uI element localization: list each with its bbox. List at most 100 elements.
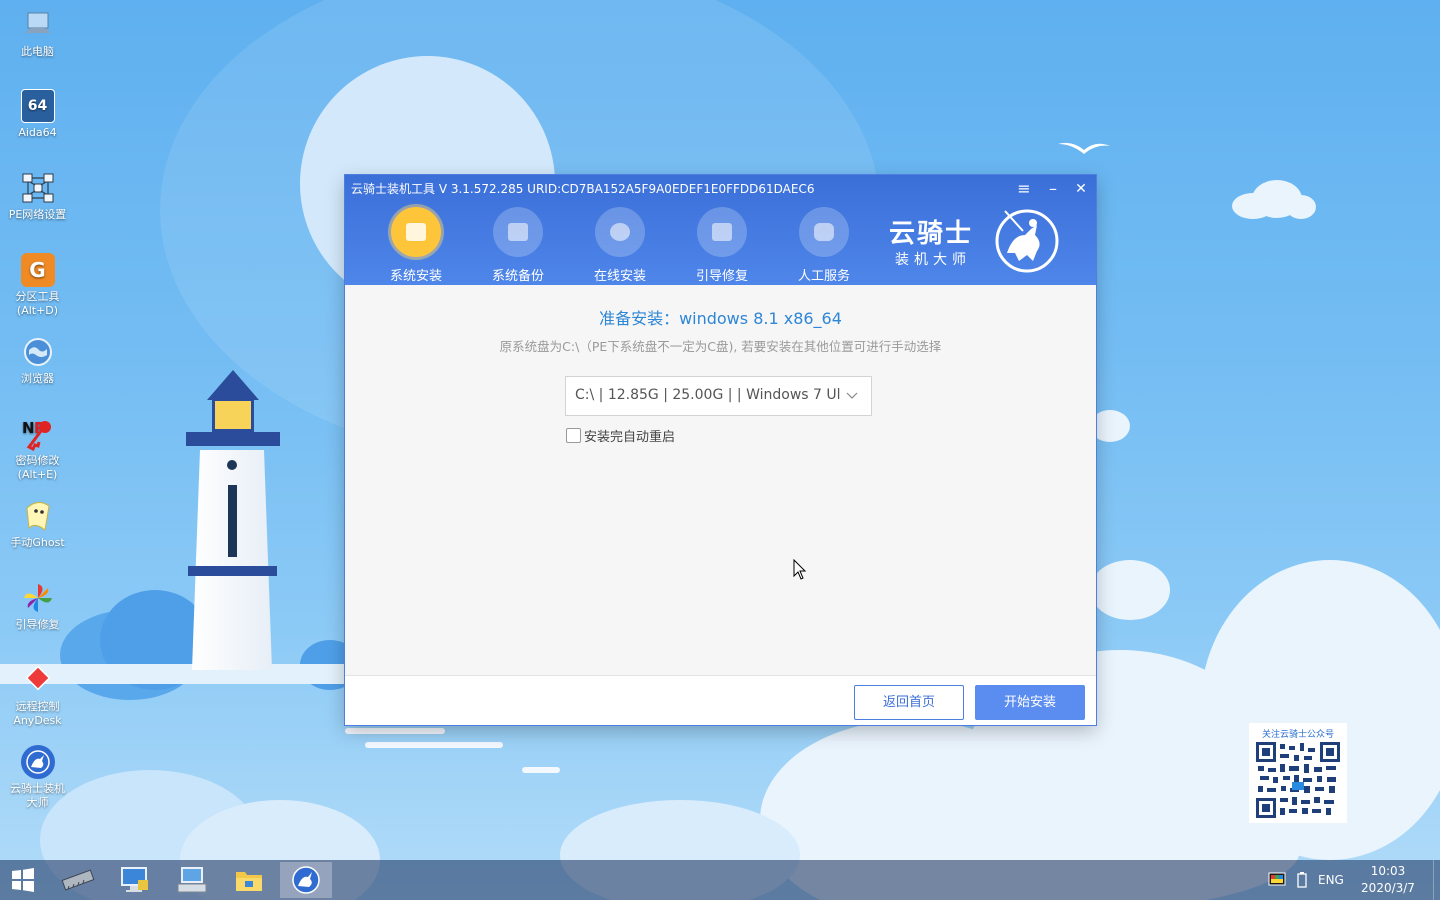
lighthouse-gallery	[186, 432, 280, 446]
desktop-icon-partition-tool[interactable]: G 分区工具 (Alt+D)	[0, 253, 75, 318]
qr-title: 关注云骑士公众号	[1261, 730, 1334, 740]
keyboard-computer-icon	[177, 867, 207, 893]
lighthouse-slit	[228, 485, 237, 557]
window-footer: 返回首页 开始安装	[345, 675, 1096, 725]
wave-dash	[522, 767, 560, 773]
lighthouse-band	[188, 566, 277, 576]
clock-time: 10:03	[1370, 864, 1406, 878]
monitor-icon	[121, 867, 148, 892]
desktop-icon-aida64[interactable]: 64 Aida64	[0, 89, 75, 140]
lighthouse-body	[192, 450, 272, 670]
display-settings-icon	[1268, 872, 1286, 886]
taskbar-app-keyboard[interactable]	[166, 862, 218, 898]
desktop-icon-password-change[interactable]: NP 密码修改 (Alt+E)	[0, 417, 75, 482]
computer-icon	[21, 8, 55, 42]
brand-logo: 云骑士 装机大师	[885, 205, 1070, 275]
desktop-icon-manual-ghost[interactable]: 手动Ghost	[0, 499, 75, 550]
auto-restart-label: 安装完自动重启	[584, 430, 676, 445]
knight-logo-icon	[20, 745, 55, 779]
tray-color-icon[interactable]	[1268, 860, 1286, 900]
lighthouse-window	[227, 460, 237, 470]
taskbar-app-remote[interactable]	[109, 862, 161, 898]
tab-manual-service[interactable]: 人工服务	[773, 207, 875, 284]
menu-button[interactable]: ≡	[1013, 179, 1035, 199]
wave-dash	[345, 728, 445, 734]
desktop-icon-browser[interactable]: 浏览器	[0, 335, 75, 386]
taskbar: ENG 10:03 2020/3/7	[0, 860, 1440, 900]
desktop-icon-label: 浏览器	[21, 372, 54, 385]
svg-text:N: N	[22, 419, 35, 437]
tab-label: 在线安装	[593, 269, 646, 284]
desktop-icon-label: 手动Ghost	[10, 536, 65, 549]
backup-icon	[493, 207, 543, 257]
tab-system-install[interactable]: 系统安装	[365, 207, 467, 284]
taskbar-clock[interactable]: 10:03 2020/3/7	[1355, 863, 1421, 897]
wave-dash	[365, 742, 503, 748]
window-title: 云骑士装机工具 V 3.1.572.285 URID:CD7BA152A5F9A…	[351, 182, 815, 196]
wechat-qr-card: 关注云骑士公众号	[1249, 723, 1347, 823]
taskbar-app-yunqishi[interactable]	[280, 862, 332, 898]
desktop-icon-this-pc[interactable]: 此电脑	[0, 8, 75, 59]
cloud	[1090, 560, 1170, 620]
back-home-button[interactable]: 返回首页	[854, 685, 964, 720]
globe-icon	[21, 335, 55, 369]
install-target-title: 准备安装：windows 8.1 x86_64	[599, 309, 842, 328]
knight-logo-icon	[995, 209, 1059, 273]
memory-chip-icon	[61, 869, 95, 891]
desktop-icon-sub: (Alt+E)	[17, 468, 58, 481]
seagull-icon	[1058, 142, 1110, 154]
pinwheel-icon	[21, 581, 55, 615]
close-button[interactable]: ✕	[1070, 179, 1092, 199]
install-note: 原系统盘为C:\（PE下系统盘不一定为C盘), 若要安装在其他位置可进行手动选择	[499, 339, 942, 354]
auto-restart-checkbox[interactable]	[566, 428, 581, 443]
tab-label: 系统备份	[491, 269, 544, 284]
knight-logo-icon	[292, 866, 320, 894]
cloud	[1286, 195, 1316, 219]
desktop-icon-label: PE网络设置	[8, 208, 67, 221]
windows-logo-icon	[12, 868, 34, 892]
minimize-button[interactable]: –	[1042, 179, 1064, 199]
desktop-icon-label: 分区工具	[15, 290, 60, 303]
install-panel: 准备安装：windows 8.1 x86_64 原系统盘为C:\（PE下系统盘不…	[345, 285, 1096, 675]
aida64-icon: 64	[20, 89, 55, 123]
desktop-icon-pe-network[interactable]: PE网络设置	[0, 171, 75, 222]
taskbar-app-ram[interactable]	[52, 862, 104, 898]
tab-online-install[interactable]: 在线安装	[569, 207, 671, 284]
partition-select[interactable]: C:\ | 12.85G | 25.00G | | Windows 7 Ulti	[565, 376, 872, 416]
chevron-down-icon	[846, 392, 858, 399]
tab-boot-repair[interactable]: 引导修复	[671, 207, 773, 284]
battery-icon	[1297, 872, 1307, 888]
desktop-icon-sub: (Alt+D)	[16, 304, 59, 317]
installer-window: 云骑士装机工具 V 3.1.572.285 URID:CD7BA152A5F9A…	[345, 175, 1096, 725]
network-icon	[21, 171, 55, 205]
taskbar-app-explorer[interactable]	[223, 862, 275, 898]
tray-battery[interactable]	[1296, 860, 1308, 900]
chat-bubble-icon	[799, 207, 849, 257]
desktop-icon-boot-repair[interactable]: 引导修复	[0, 581, 75, 632]
ghost-icon	[21, 499, 55, 533]
start-install-button[interactable]: 开始安装	[975, 685, 1085, 720]
qr-code-icon	[1256, 742, 1340, 818]
desktop-icon-label: Aida64	[18, 126, 57, 139]
main-nav: 系统安装 系统备份 在线安装 引导修复 人工服务	[365, 207, 875, 284]
tab-system-backup[interactable]: 系统备份	[467, 207, 569, 284]
auto-restart-option[interactable]: 安装完自动重启	[566, 426, 675, 445]
desktop-icon-label: 此电脑	[21, 45, 54, 58]
folder-icon	[236, 872, 262, 891]
mouse-cursor-icon	[793, 559, 807, 580]
anydesk-icon	[21, 663, 55, 697]
partition-select-value: C:\ | 12.85G | 25.00G | | Windows 7 Ulti	[575, 387, 840, 403]
desktop-icon-yunqishi[interactable]: 云骑士装机 大师	[0, 745, 75, 810]
desktop-icon-label: 云骑士装机	[10, 782, 65, 795]
desktop-icon-anydesk[interactable]: 远程控制 AnyDesk	[0, 663, 75, 728]
tray-language[interactable]: ENG	[1318, 860, 1344, 900]
tab-label: 引导修复	[695, 269, 748, 284]
password-key-icon: NP	[21, 417, 55, 451]
cloud	[1090, 410, 1130, 442]
start-button[interactable]	[0, 862, 46, 898]
window-header: 云骑士装机工具 V 3.1.572.285 URID:CD7BA152A5F9A…	[345, 175, 1096, 285]
install-icon	[391, 207, 441, 257]
show-desktop-button[interactable]	[1433, 860, 1440, 900]
brand-subtitle: 装机大师	[895, 252, 971, 268]
partition-tool-icon: G	[20, 253, 55, 287]
